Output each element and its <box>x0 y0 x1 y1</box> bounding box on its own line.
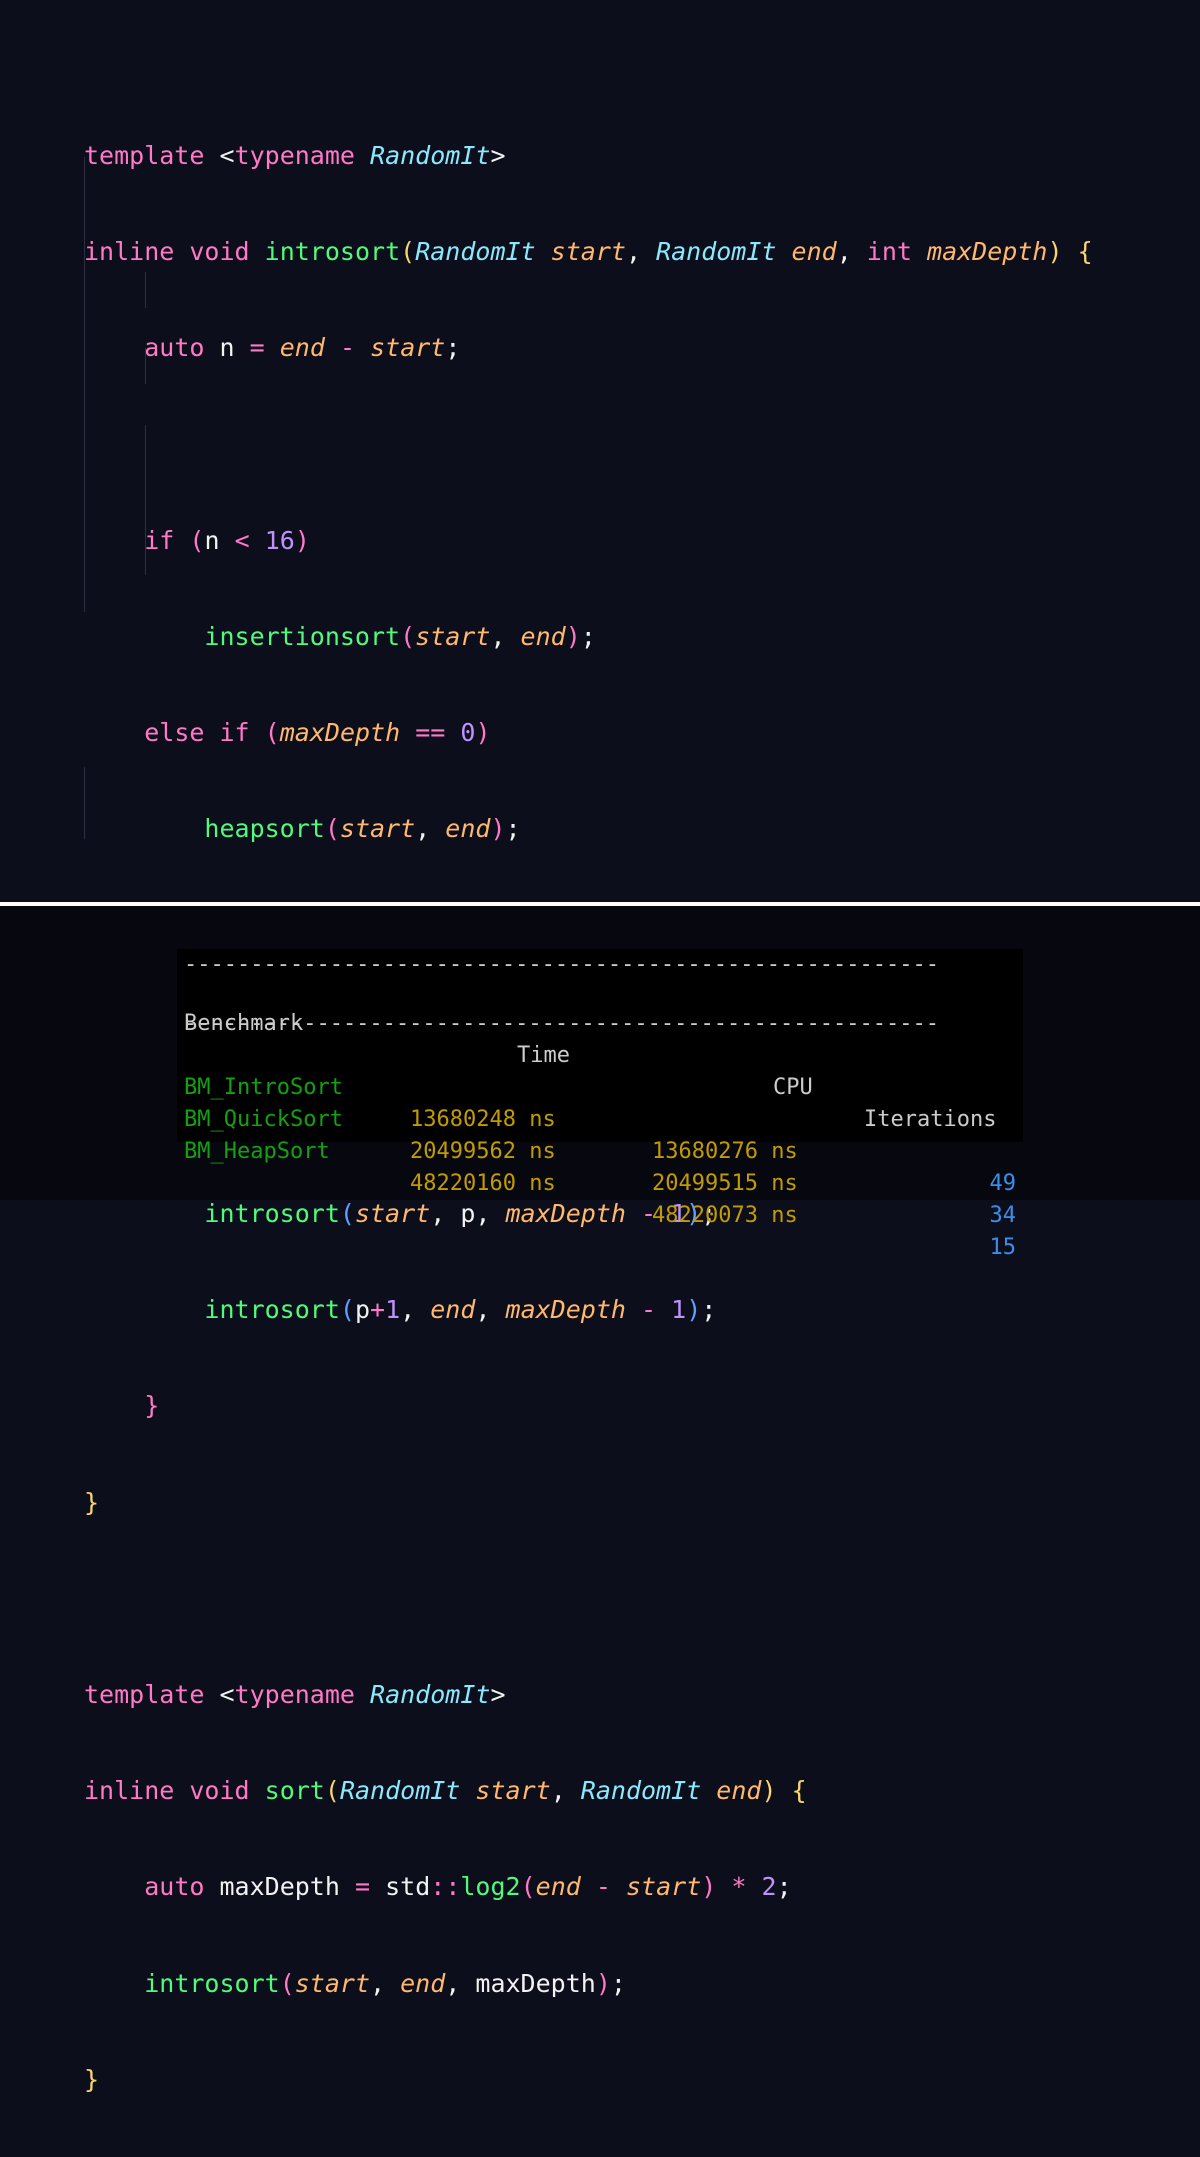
parameter: start <box>415 621 491 651</box>
parameter: end <box>535 1872 581 1902</box>
parameter: start <box>339 814 416 844</box>
benchmark-cpu: 13680276 ns <box>652 1139 798 1164</box>
code-line: template <typename RandomIt> <box>84 1680 506 1709</box>
terminal-area: ----------------------------------------… <box>0 906 1200 1260</box>
variable: maxDepth <box>475 1968 596 1998</box>
keyword: if <box>219 718 250 748</box>
variable: n <box>204 525 220 555</box>
function-name: sort <box>264 1776 325 1806</box>
code-line: else if (maxDepth == 0) <box>144 718 491 748</box>
keyword: inline <box>84 237 175 267</box>
keyword: auto <box>144 1872 205 1902</box>
parameter: maxDepth <box>279 718 401 748</box>
keyword: template <box>84 141 205 170</box>
number-literal: 16 <box>264 525 295 555</box>
code-line: } <box>84 1487 100 1517</box>
code-line: } <box>84 2064 100 2094</box>
table-row: BM_IntroSort 13680248 ns 13680276 ns 49 <box>184 1040 1016 1196</box>
header-row: Benchmark Time CPU Iterations <box>184 976 1016 1132</box>
function-name: heapsort <box>204 814 325 844</box>
function-name: log2 <box>460 1872 521 1902</box>
type-name: RandomIt <box>415 237 536 267</box>
code-line: inline void introsort(RandomIt start, Ra… <box>84 237 1093 267</box>
benchmark-time: 20499562 ns <box>410 1139 556 1164</box>
variable: maxDepth <box>219 1872 340 1902</box>
number-literal: 0 <box>460 718 476 748</box>
code-line: introsort(p+1, end, maxDepth - 1); <box>204 1295 717 1325</box>
keyword: inline <box>84 1776 175 1806</box>
parameter: start <box>370 333 446 363</box>
parameter: start <box>354 1199 431 1229</box>
benchmark-iterations: 34 <box>989 1203 1017 1228</box>
code-editor: template <typename RandomIt> inline void… <box>0 0 1200 2094</box>
benchmark-output: ----------------------------------------… <box>177 949 1023 1260</box>
parameter: maxDepth <box>505 1295 626 1325</box>
keyword: typename <box>234 141 355 170</box>
keyword: void <box>189 237 250 267</box>
code-line: auto maxDepth = std::log2(end - start) *… <box>144 1872 792 1902</box>
code-line: auto n = end - start; <box>144 333 461 363</box>
keyword: if <box>144 525 175 555</box>
function-name: insertionsort <box>204 621 401 651</box>
number-literal: 1 <box>385 1295 401 1325</box>
parameter: maxDepth <box>505 1199 626 1229</box>
type-name: RandomIt <box>656 237 777 267</box>
parameter: end <box>400 1968 446 1998</box>
parameter: end <box>279 333 325 363</box>
code-line: } <box>144 1391 160 1421</box>
code-line: inline void sort(RandomIt start, RandomI… <box>84 1776 807 1806</box>
table-row: BM_QuickSort 20499562 ns 20499515 ns 34 <box>184 1072 1016 1228</box>
function-name: introsort <box>204 1295 340 1325</box>
table-row: BM_HeapSort 48220160 ns 48220073 ns 15 <box>184 1104 1016 1260</box>
keyword: template <box>84 1680 205 1709</box>
function-name: introsort <box>264 237 401 267</box>
type-name: RandomIt <box>370 1680 491 1709</box>
parameter: end <box>716 1776 762 1806</box>
keyword: else <box>144 718 205 748</box>
benchmark-iterations: 15 <box>989 1235 1017 1260</box>
type-name: RandomIt <box>339 1776 461 1806</box>
parameter: end <box>445 814 491 844</box>
parameter: maxDepth <box>927 237 1048 267</box>
separator-line: ----------------------------------------… <box>184 1011 939 1036</box>
benchmark-name: BM_HeapSort <box>184 1139 330 1164</box>
parameter: end <box>520 621 566 651</box>
keyword: typename <box>234 1680 355 1709</box>
keyword: int <box>866 237 912 267</box>
variable: n <box>219 333 235 363</box>
namespace: std <box>385 1872 431 1902</box>
function-name: introsort <box>144 1968 280 1998</box>
number-literal: 1 <box>671 1295 687 1325</box>
code-line: heapsort(start, end); <box>204 814 521 844</box>
variable: p <box>354 1295 371 1325</box>
benchmark-iterations: 49 <box>989 1171 1017 1196</box>
parameter: start <box>294 1968 371 1998</box>
benchmark-time: 48220160 ns <box>410 1171 556 1196</box>
parameter: end <box>430 1295 476 1325</box>
code-line: insertionsort(start, end); <box>204 621 596 651</box>
keyword: auto <box>144 333 205 363</box>
code-line: if (n < 16) <box>144 525 310 555</box>
code-line: introsort(start, end, maxDepth); <box>144 1968 626 1998</box>
type-name: RandomIt <box>370 141 491 170</box>
keyword: void <box>189 1776 250 1806</box>
parameter: start <box>475 1776 551 1806</box>
number-literal: 2 <box>761 1872 777 1902</box>
type-name: RandomIt <box>580 1776 702 1806</box>
code-line: template <typename RandomIt> <box>84 141 506 170</box>
parameter: start <box>550 237 626 267</box>
variable: p <box>460 1199 476 1229</box>
benchmark-cpu: 20499515 ns <box>652 1171 798 1196</box>
benchmark-cpu: 48220073 ns <box>652 1203 798 1228</box>
parameter: end <box>791 237 837 267</box>
parameter: start <box>626 1872 702 1902</box>
